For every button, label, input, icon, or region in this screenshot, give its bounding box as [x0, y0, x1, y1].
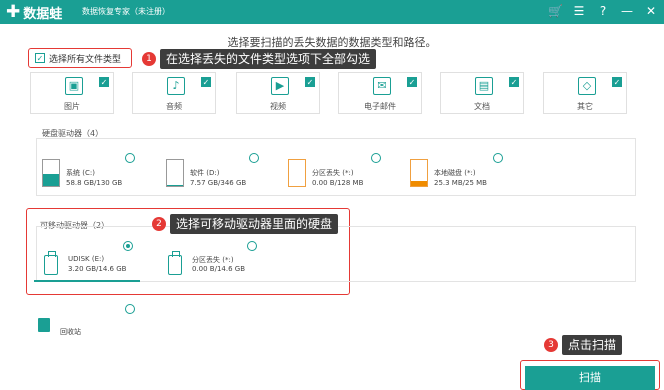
checkbox-checked-icon[interactable]: ✓ [612, 77, 622, 87]
removable-drives-panel [36, 226, 636, 282]
recycle-bin-label: 回收站 [60, 328, 81, 336]
file-type-document[interactable]: ▤ ✓ 文档 [440, 72, 524, 114]
callout-3: 点击扫描 [562, 335, 623, 355]
step-badge-3: 3 [544, 338, 558, 352]
file-type-audio[interactable]: ♪ ✓ 音频 [132, 72, 216, 114]
audio-icon: ♪ [167, 77, 185, 95]
select-all-label: 选择所有文件类型 [49, 54, 122, 65]
title-bar: ✚ 数据蛙 数据恢复专家（未注册） 🛒 ☰ ? — ✕ [0, 0, 664, 24]
file-type-email[interactable]: ✉ ✓ 电子邮件 [338, 72, 422, 114]
drive-d-radio[interactable] [249, 153, 259, 163]
step-badge-1: 1 [142, 52, 156, 66]
drive-name: 分区丢失 (*:) [312, 169, 354, 177]
drive-size: 58.8 GB/130 GB [66, 179, 123, 187]
close-icon[interactable]: ✕ [644, 3, 658, 20]
checkbox-checked-icon[interactable]: ✓ [509, 77, 519, 87]
image-icon: ▣ [65, 77, 83, 95]
app-logo: ✚ 数据蛙 [6, 2, 63, 23]
file-type-label: 视频 [270, 102, 286, 111]
checkbox-checked-icon[interactable]: ✓ [305, 77, 315, 87]
usb-udisk-radio[interactable] [123, 241, 133, 251]
drive-local-disk-radio[interactable] [493, 153, 503, 163]
drive-size: 3.20 GB/14.6 GB [68, 265, 127, 273]
trash-icon [38, 318, 50, 332]
drive-name: 软件 (D:) [190, 169, 220, 177]
video-icon: ▶ [271, 77, 289, 95]
file-type-label: 音频 [166, 102, 182, 111]
recycle-bin-radio[interactable] [125, 304, 135, 314]
file-type-label: 文档 [474, 102, 490, 111]
drive-name: UDISK (E:) [68, 255, 105, 263]
select-all-checkbox[interactable]: ✓ 选择所有文件类型 [28, 48, 132, 68]
drive-size: 25.3 MB/25 MB [434, 179, 487, 187]
logo-plus-icon: ✚ [6, 2, 21, 22]
drive-name: 系统 (C:) [66, 169, 95, 177]
drive-size: 0.00 B/14.6 GB [192, 265, 246, 273]
callout-2: 选择可移动驱动器里面的硬盘 [170, 214, 339, 234]
hard-disk-icon [166, 159, 184, 187]
callout-1: 在选择丢失的文件类型选项下全部勾选 [160, 49, 377, 69]
step-badge-2: 2 [152, 217, 166, 231]
hard-disk-icon [288, 159, 306, 187]
hard-drives-panel [36, 138, 636, 196]
file-type-label: 其它 [577, 102, 593, 111]
drive-name: 分区丢失 (*:) [192, 256, 234, 264]
file-type-video[interactable]: ▶ ✓ 视频 [236, 72, 320, 114]
app-name: 数据蛙 [23, 7, 63, 22]
hard-disk-icon [410, 159, 428, 187]
file-type-label: 电子邮件 [364, 102, 396, 111]
usb-lost-partition-radio[interactable] [247, 241, 257, 251]
drive-size: 0.00 B/128 MB [312, 179, 364, 187]
titlebar-controls: 🛒 ☰ ? — ✕ [548, 3, 658, 20]
checkbox-icon: ✓ [35, 53, 45, 63]
usb-drive-icon [168, 251, 182, 275]
checkbox-checked-icon[interactable]: ✓ [407, 77, 417, 87]
selected-underline [34, 280, 140, 282]
help-icon[interactable]: ? [596, 3, 610, 20]
document-icon: ▤ [475, 77, 493, 95]
drive-c-radio[interactable] [125, 153, 135, 163]
app-subtitle: 数据恢复专家（未注册） [82, 7, 170, 16]
menu-icon[interactable]: ☰ [572, 3, 586, 20]
usb-drive-icon [44, 251, 58, 275]
email-icon: ✉ [373, 77, 391, 95]
hard-disk-icon [42, 159, 60, 187]
checkbox-checked-icon[interactable]: ✓ [99, 77, 109, 87]
checkbox-checked-icon[interactable]: ✓ [201, 77, 211, 87]
cart-icon[interactable]: 🛒 [548, 3, 563, 20]
other-icon: ◇ [578, 77, 596, 95]
scan-button[interactable]: 扫描 [525, 366, 655, 390]
file-type-image[interactable]: ▣ ✓ 图片 [30, 72, 114, 114]
file-type-label: 图片 [64, 102, 80, 111]
drive-name: 本地磁盘 (*:) [434, 169, 476, 177]
file-type-other[interactable]: ◇ ✓ 其它 [543, 72, 627, 114]
drive-size: 7.57 GB/346 GB [190, 179, 247, 187]
minimize-icon[interactable]: — [620, 3, 634, 20]
drive-lost-partition-radio[interactable] [371, 153, 381, 163]
